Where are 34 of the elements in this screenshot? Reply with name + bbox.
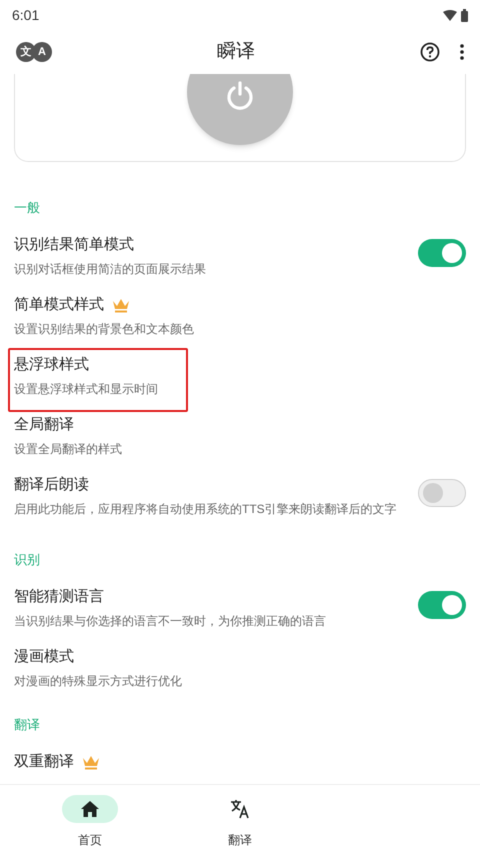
nav-tab[interactable]: 翻译: [165, 785, 315, 854]
power-icon: [225, 81, 255, 111]
setting-description: 设置全局翻译的样式: [14, 440, 123, 458]
setting-description: 设置识别结果的背景色和文本颜色: [14, 320, 195, 338]
setting-description: 设置悬浮球样式和显示时间: [14, 380, 159, 398]
setting-title[interactable]: 识别结果简单模式: [14, 234, 134, 256]
logo-badge: 文: [16, 42, 36, 62]
battery-icon: [461, 8, 468, 22]
translate-icon: [230, 799, 250, 819]
toggle-switch[interactable]: [418, 479, 466, 507]
setting-title[interactable]: 翻译后朗读: [14, 474, 89, 496]
setting-description: 识别对话框使用简洁的页面展示结果: [14, 260, 207, 278]
help-icon[interactable]: [420, 42, 440, 62]
logo-badge: A: [32, 42, 52, 62]
setting-title[interactable]: 漫画模式: [14, 646, 74, 668]
nav-tab[interactable]: 首页: [15, 785, 165, 854]
setting-title[interactable]: 简单模式样式: [14, 294, 104, 316]
wifi-icon: [443, 10, 457, 20]
app-title: 瞬译: [216, 40, 256, 64]
status-time: 6:01: [12, 6, 40, 24]
more-options-icon[interactable]: [460, 44, 464, 60]
home-icon: [81, 801, 99, 817]
setting-title[interactable]: 悬浮球样式: [14, 354, 89, 376]
setting-title[interactable]: 全局翻译: [14, 414, 74, 436]
toggle-switch[interactable]: [418, 591, 466, 619]
setting-description: 对漫画的特殊显示方式进行优化: [14, 672, 183, 690]
section-header: 识别: [14, 551, 40, 570]
setting-title[interactable]: 智能猜测语言: [14, 586, 104, 608]
setting-title[interactable]: 双重翻译: [14, 751, 74, 774]
setting-description: 启用此功能后，应用程序将自动使用系统的TTS引擎来朗读翻译后的文字: [14, 500, 398, 518]
section-header: 翻译: [14, 716, 40, 734]
toggle-switch[interactable]: [418, 239, 466, 267]
section-header: 一般: [14, 199, 40, 218]
setting-description: 当识别结果与你选择的语言不一致时，为你推测正确的语言: [14, 612, 327, 630]
